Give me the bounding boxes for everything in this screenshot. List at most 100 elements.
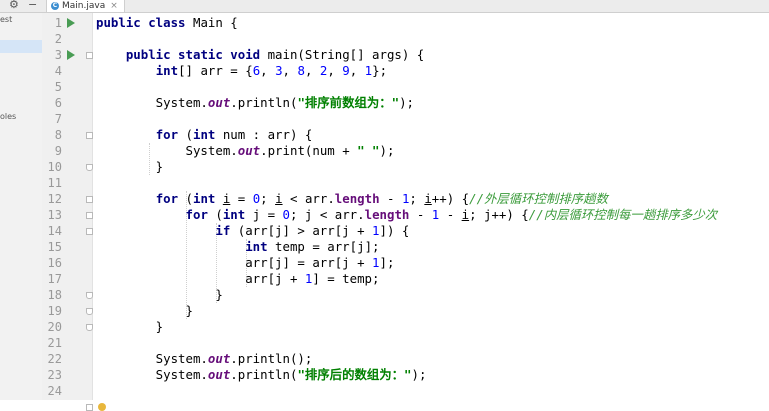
- tab-label[interactable]: Main.java: [62, 1, 105, 12]
- code-line[interactable]: }: [96, 287, 222, 303]
- code-token: if: [215, 223, 238, 238]
- code-token: int: [245, 239, 276, 254]
- code-token: "排序前数组为：": [297, 95, 400, 110]
- line-number: 4: [54, 64, 62, 78]
- code-token: );: [411, 367, 427, 382]
- code-token: ];: [379, 255, 395, 270]
- run-icon[interactable]: [67, 18, 75, 28]
- project-panel-strip[interactable]: est oles: [0, 0, 43, 400]
- code-line[interactable]: public static void main(String[] args) {: [96, 47, 424, 63]
- fold-icon[interactable]: [86, 212, 93, 219]
- fold-icon[interactable]: [86, 52, 93, 59]
- code-token: i: [424, 191, 432, 206]
- fold-icon[interactable]: [86, 404, 93, 411]
- project-tree-fragment[interactable]: oles: [0, 112, 16, 121]
- code-line[interactable]: System.out.println();: [96, 351, 313, 367]
- code-token: length: [364, 207, 410, 222]
- line-number: 3: [54, 48, 62, 62]
- code-token: };: [372, 63, 388, 78]
- code-token: main(String[] args) {: [267, 47, 425, 62]
- editor-gutter[interactable]: 1 2 3 4 5 6 7 8 9 10 11 12 13 14 15 16 17 18 19 20 21 22 23 24: [42, 13, 106, 411]
- run-icon[interactable]: [67, 50, 75, 60]
- code-token: =: [230, 191, 253, 206]
- close-icon[interactable]: ×: [110, 1, 118, 12]
- java-class-icon: C: [51, 2, 59, 10]
- code-line[interactable]: }: [96, 319, 163, 335]
- code-token: i: [275, 191, 283, 206]
- line-number: 24: [47, 384, 62, 398]
- line-number: 21: [47, 336, 62, 350]
- code-line[interactable]: for (int j = 0; j < arr.length - 1 - i; …: [96, 207, 718, 223]
- line-number: 17: [47, 272, 62, 286]
- line-number: 5: [54, 80, 62, 94]
- fold-icon[interactable]: [86, 228, 93, 235]
- code-line[interactable]: for (int num : arr) {: [96, 127, 313, 143]
- project-tree-selected-row[interactable]: [0, 40, 42, 53]
- code-line[interactable]: arr[j] = arr[j + 1];: [96, 255, 394, 271]
- code-token: out: [207, 351, 231, 366]
- fold-end-icon[interactable]: [86, 308, 93, 315]
- code-token: -: [379, 191, 402, 206]
- code-token: int: [155, 63, 179, 78]
- line-number: 11: [47, 176, 62, 190]
- code-line[interactable]: }: [96, 159, 163, 175]
- code-token: out: [207, 367, 231, 382]
- code-line[interactable]: int[] arr = {6, 3, 8, 2, 9, 1};: [96, 63, 387, 79]
- code-token: for: [155, 127, 186, 142]
- code-token: System.: [96, 351, 208, 366]
- line-number: 13: [47, 208, 62, 222]
- fold-icon[interactable]: [86, 132, 93, 139]
- tab-main-java[interactable]: C Main.java ×: [46, 0, 125, 12]
- code-line[interactable]: }: [96, 303, 193, 319]
- line-number: 14: [47, 224, 62, 238]
- code-token: }: [96, 319, 164, 334]
- code-token: ,: [282, 63, 298, 78]
- fold-end-icon[interactable]: [86, 292, 93, 299]
- code-line[interactable]: arr[j + 1] = temp;: [96, 271, 379, 287]
- code-line[interactable]: if (arr[j] > arr[j + 1]) {: [96, 223, 409, 239]
- fold-icon[interactable]: [86, 196, 93, 203]
- code-token: ; j < arr.: [290, 207, 365, 222]
- code-token: out: [237, 143, 261, 158]
- code-line[interactable]: int temp = arr[j];: [96, 239, 379, 255]
- fold-end-icon[interactable]: [86, 324, 93, 331]
- code-token: ;: [409, 191, 425, 206]
- code-line[interactable]: public class Main {: [96, 15, 238, 31]
- code-line[interactable]: for (int i = 0; i < arr.length - 1; i++)…: [96, 191, 608, 207]
- code-token: for: [155, 191, 186, 206]
- code-line[interactable]: System.out.print(num + " ");: [96, 143, 395, 159]
- code-token: 1: [364, 63, 373, 78]
- code-token: 9: [342, 63, 350, 78]
- bulb-icon[interactable]: [98, 403, 106, 411]
- code-token: (arr[j] > arr[j +: [237, 223, 373, 238]
- fold-end-icon[interactable]: [86, 164, 93, 171]
- code-token: ++) {: [431, 191, 470, 206]
- code-token: (: [185, 191, 193, 206]
- code-token: 0: [282, 207, 290, 222]
- line-number: 22: [47, 352, 62, 366]
- project-tree-fragment[interactable]: est: [0, 15, 12, 24]
- line-number: 12: [47, 192, 62, 206]
- code-token: ,: [260, 63, 276, 78]
- code-token: < arr.: [282, 191, 335, 206]
- code-token: 8: [297, 63, 305, 78]
- code-line[interactable]: System.out.println("排序后的数组为：");: [96, 367, 427, 383]
- code-editor[interactable]: public class Main { public static void m…: [96, 13, 766, 400]
- minus-icon[interactable]: −: [28, 0, 37, 11]
- code-line[interactable]: System.out.println("排序前数组为：");: [96, 95, 414, 111]
- code-token: );: [399, 95, 415, 110]
- line-number: 9: [54, 144, 62, 158]
- gear-icon[interactable]: ⚙: [9, 0, 19, 11]
- code-token: j =: [252, 207, 283, 222]
- code-token: ;: [260, 191, 276, 206]
- code-token: out: [207, 95, 231, 110]
- code-token: ,: [327, 63, 343, 78]
- code-token: int: [193, 127, 223, 142]
